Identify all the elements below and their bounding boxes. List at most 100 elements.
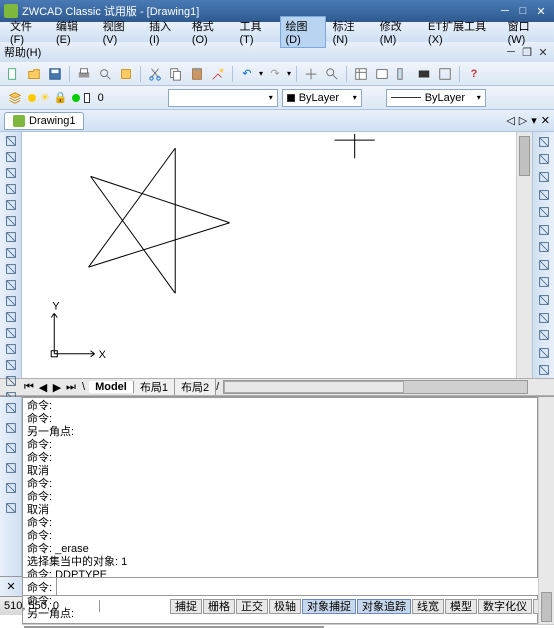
prev-icon[interactable]: ◀: [36, 380, 50, 394]
menu-item-5[interactable]: 工具(T): [234, 16, 279, 48]
clean-icon[interactable]: [436, 65, 454, 83]
redo-icon[interactable]: ↷: [266, 65, 284, 83]
command-input[interactable]: [57, 577, 554, 596]
menu-item-8[interactable]: 修改(M): [374, 16, 421, 48]
linetype-dropdown[interactable]: ByLayer ▾: [386, 89, 486, 107]
cut-icon[interactable]: [146, 65, 164, 83]
revcloud-icon[interactable]: [2, 246, 20, 260]
status2-icon[interactable]: [535, 257, 553, 273]
canvas-vscrollbar[interactable]: [516, 132, 532, 378]
dim-icon[interactable]: [2, 459, 20, 477]
publish-icon[interactable]: [117, 65, 135, 83]
cline-icon[interactable]: [2, 150, 20, 164]
cmdhist-hscrollbar[interactable]: [22, 624, 554, 625]
time-icon[interactable]: [535, 239, 553, 255]
bulb-icon[interactable]: [28, 94, 36, 102]
paste-icon[interactable]: [188, 65, 206, 83]
mdi-minimize-button[interactable]: ─: [504, 45, 518, 59]
mdi-restore-button[interactable]: ❐: [520, 45, 534, 59]
tab-model[interactable]: Model: [89, 381, 134, 393]
cmdhist-vscrollbar[interactable]: [538, 397, 554, 624]
block-icon[interactable]: [2, 310, 20, 324]
layers-icon[interactable]: [2, 439, 20, 457]
help-icon[interactable]: ?: [465, 65, 483, 83]
first-icon[interactable]: ⏮: [22, 380, 36, 394]
region-icon[interactable]: [2, 374, 20, 388]
lock-icon[interactable]: 🔒: [54, 91, 68, 104]
tpalette-icon[interactable]: [2, 499, 20, 517]
spline-icon[interactable]: [2, 262, 20, 276]
sun-icon[interactable]: ☀: [40, 91, 50, 104]
menu-item-9[interactable]: ET扩展工具(X): [422, 16, 501, 48]
redo-dropdown-icon[interactable]: ▾: [287, 69, 291, 78]
drawing-canvas[interactable]: X Y: [22, 132, 516, 378]
point-icon[interactable]: [2, 326, 20, 340]
earc-icon[interactable]: [2, 294, 20, 308]
color-dropdown[interactable]: ▾: [168, 89, 278, 107]
grad-icon[interactable]: [2, 358, 20, 372]
copy-icon[interactable]: [167, 65, 185, 83]
canvas-hscrollbar[interactable]: [223, 380, 528, 394]
arc-icon[interactable]: [2, 214, 20, 228]
region2-icon[interactable]: [535, 169, 553, 185]
props-icon[interactable]: [352, 65, 370, 83]
matchprop-icon[interactable]: [209, 65, 227, 83]
scroll-thumb[interactable]: [224, 381, 404, 393]
dcenter-icon[interactable]: [373, 65, 391, 83]
menu-item-6[interactable]: 绘图(D): [280, 16, 326, 48]
menu-item-7[interactable]: 标注(N): [327, 16, 373, 48]
scale-icon[interactable]: [535, 222, 553, 238]
print-icon[interactable]: [75, 65, 93, 83]
doc-tab-drawing1[interactable]: Drawing1: [4, 112, 84, 130]
menu-item-4[interactable]: 格式(O): [186, 16, 233, 48]
circle-icon[interactable]: [2, 230, 20, 244]
tab-close-icon[interactable]: ✕: [541, 114, 550, 127]
polyline-icon[interactable]: [2, 166, 20, 180]
coords-readout[interactable]: 510, 550, 0: [0, 600, 100, 612]
tab-layout2[interactable]: 布局2: [175, 379, 216, 395]
dist-icon[interactable]: [535, 134, 553, 150]
bylayer-dropdown[interactable]: ByLayer ▾: [282, 89, 362, 107]
var-icon[interactable]: [535, 292, 553, 308]
tpalette-icon[interactable]: [394, 65, 412, 83]
undo-dropdown-icon[interactable]: ▾: [259, 69, 263, 78]
id-icon[interactable]: [535, 204, 553, 220]
menu-item-1[interactable]: 编辑(E): [50, 16, 96, 48]
hatch-icon[interactable]: [2, 342, 20, 356]
open-icon[interactable]: [25, 65, 43, 83]
save-icon[interactable]: [46, 65, 64, 83]
cli-icon[interactable]: [415, 65, 433, 83]
tab-layout1[interactable]: 布局1: [134, 379, 175, 395]
menu-help[interactable]: 帮助(H): [4, 44, 41, 60]
drawstat-icon[interactable]: [535, 363, 553, 379]
recover-icon[interactable]: [535, 345, 553, 361]
new-icon[interactable]: [4, 65, 22, 83]
undo-icon[interactable]: ↶: [238, 65, 256, 83]
preview-icon[interactable]: [96, 65, 114, 83]
pan-icon[interactable]: [302, 65, 320, 83]
mdi-close-button[interactable]: ✕: [536, 45, 550, 59]
layermgr-icon[interactable]: [6, 89, 24, 107]
color-swatch-icon[interactable]: [84, 93, 90, 103]
audit-icon[interactable]: [535, 327, 553, 343]
cmd-close-icon[interactable]: ✕: [0, 577, 22, 596]
ellipse-icon[interactable]: [2, 278, 20, 292]
list-icon[interactable]: [535, 187, 553, 203]
line-icon[interactable]: [2, 134, 20, 148]
group-icon[interactable]: [2, 419, 20, 437]
param-icon[interactable]: [535, 275, 553, 291]
plot-icon[interactable]: [72, 94, 80, 102]
tab-menu-icon[interactable]: ▾: [531, 114, 537, 127]
last-icon[interactable]: ⏭: [64, 380, 78, 394]
props-icon[interactable]: [2, 479, 20, 497]
area-icon[interactable]: [535, 152, 553, 168]
rect-icon[interactable]: [2, 198, 20, 212]
purge-icon[interactable]: [535, 310, 553, 326]
tab-prev-icon[interactable]: ◁: [506, 114, 514, 127]
polygon-icon[interactable]: [2, 182, 20, 196]
menu-item-3[interactable]: 插入(I): [143, 16, 185, 48]
scroll-thumb[interactable]: [519, 136, 530, 176]
menu-item-10[interactable]: 窗口(W): [502, 16, 550, 48]
zoom-icon[interactable]: [323, 65, 341, 83]
qsel-icon[interactable]: [2, 399, 20, 417]
